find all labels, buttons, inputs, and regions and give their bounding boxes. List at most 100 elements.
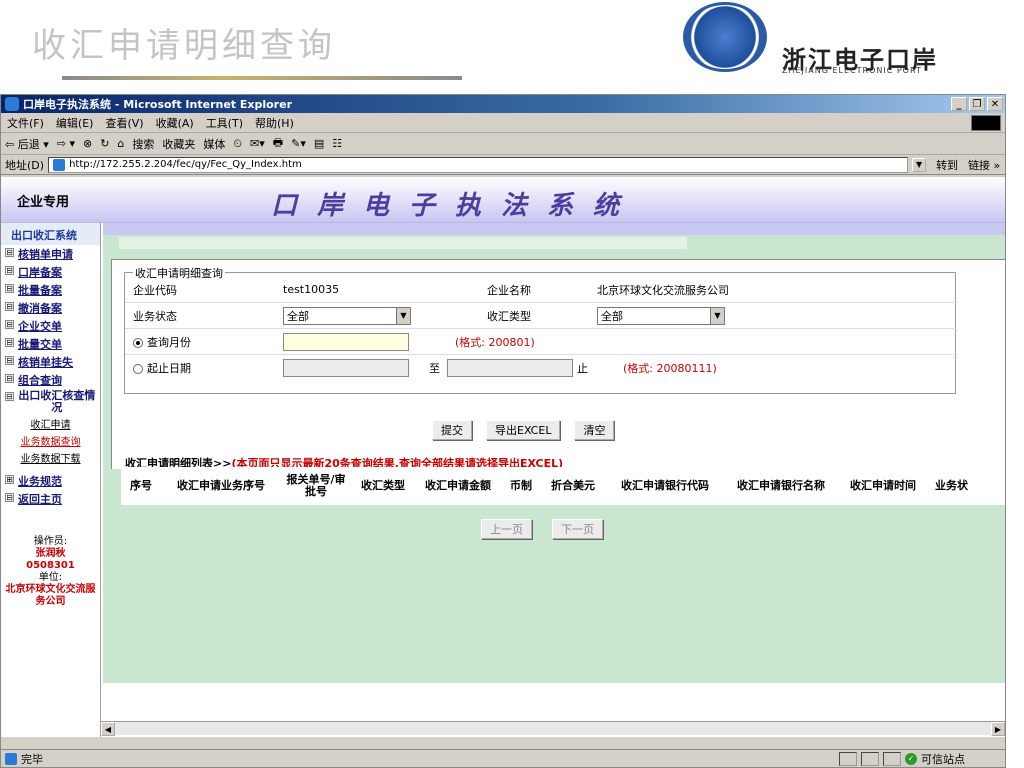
- expand-icon[interactable]: ⊞: [5, 475, 14, 484]
- sidebar-sub-data-query[interactable]: 业务数据查询: [1, 432, 100, 449]
- end-date-input[interactable]: [447, 359, 573, 377]
- address-bar: 地址(D) http://172.255.2.204/fec/qy/Fec_Qy…: [1, 155, 1005, 175]
- sidebar-item-label: 返回主页: [18, 493, 62, 506]
- collapse-icon[interactable]: ⊟: [5, 266, 14, 275]
- start-date-input[interactable]: [283, 359, 409, 377]
- maximize-icon[interactable]: ❐: [969, 97, 985, 111]
- collapse-icon[interactable]: ⊟: [5, 493, 14, 502]
- range-radio[interactable]: [133, 364, 143, 374]
- sidebar-item-port-record[interactable]: ⊟ 口岸备案: [1, 263, 100, 281]
- chevron-down-icon[interactable]: ▼: [396, 307, 410, 324]
- go-button[interactable]: 转到: [936, 157, 958, 173]
- sidebar-item-enterprise-submit[interactable]: ⊟ 企业交单: [1, 317, 100, 335]
- ie-icon: [5, 97, 19, 111]
- messenger-icon[interactable]: ☷: [332, 137, 342, 150]
- col-bank-name: 收汇申请银行名称: [737, 479, 825, 492]
- collapse-icon[interactable]: ⊟: [5, 338, 14, 347]
- favorites-button[interactable]: 收藏夹: [162, 136, 195, 152]
- company-code-label: 企业代码: [133, 283, 177, 297]
- menu-view[interactable]: 查看(V): [105, 115, 143, 131]
- collapse-icon[interactable]: ⊟: [5, 302, 14, 311]
- home-icon[interactable]: ⌂: [117, 137, 124, 150]
- submit-button[interactable]: 提交: [432, 420, 472, 440]
- sidebar-item-verification-apply[interactable]: ⊟ 核销单申请: [1, 245, 100, 263]
- col-seq: 序号: [130, 479, 152, 492]
- company-code-value: test10035: [283, 283, 340, 296]
- export-excel-button[interactable]: 导出EXCEL: [486, 420, 561, 440]
- operator-id: 0508301: [26, 560, 75, 571]
- sidebar-item-label: 组合查询: [18, 374, 62, 387]
- address-input[interactable]: http://172.255.2.204/fec/qy/Fec_Qy_Index…: [48, 156, 909, 173]
- history-icon[interactable]: ⏲: [233, 137, 242, 151]
- scroll-left-icon[interactable]: ◀: [101, 722, 115, 736]
- security-zone: ✓ 可信站点: [839, 751, 965, 767]
- menu-tools[interactable]: 工具(T): [206, 115, 243, 131]
- sidebar-group-label: 出口收汇核查情况: [18, 389, 96, 414]
- month-radio[interactable]: [133, 337, 143, 348]
- sidebar-item-label: 核销单申请: [18, 248, 73, 261]
- company-name-label: 企业名称: [487, 283, 531, 297]
- sidebar-item-batch-record[interactable]: ⊟ 批量备案: [1, 281, 100, 299]
- sidebar-group-fx-check[interactable]: ⊟ 出口收汇核查情况: [1, 389, 100, 415]
- sidebar-item-business-rules[interactable]: ⊞ 业务规范: [1, 472, 100, 490]
- page-icon: [53, 158, 66, 171]
- collapse-icon[interactable]: ⊟: [5, 356, 14, 365]
- menu-help[interactable]: 帮助(H): [255, 115, 294, 131]
- menu-edit[interactable]: 编辑(E): [56, 115, 94, 131]
- sidebar-sub-data-download[interactable]: 业务数据下载: [1, 449, 100, 466]
- menu-favorites[interactable]: 收藏(A): [156, 115, 194, 131]
- mail-icon[interactable]: ✉▾: [250, 137, 265, 150]
- address-url: http://172.255.2.204/fec/qy/Fec_Qy_Index…: [69, 159, 302, 170]
- forward-button[interactable]: ⇨ ▾: [57, 137, 75, 150]
- refresh-icon[interactable]: ↻: [100, 137, 109, 150]
- media-button[interactable]: 媒体: [203, 136, 225, 152]
- menu-file[interactable]: 文件(F): [7, 115, 44, 131]
- window-titlebar[interactable]: 口岸电子执法系统 - Microsoft Internet Explorer _…: [1, 95, 1005, 113]
- print-icon[interactable]: 🖶: [273, 134, 283, 153]
- fx-type-select[interactable]: 全部 ▼: [597, 306, 725, 325]
- status-bar: 完毕 ✓ 可信站点: [1, 749, 1005, 767]
- chevron-down-icon[interactable]: ▼: [710, 307, 724, 324]
- address-dropdown-icon[interactable]: ▼: [912, 157, 927, 172]
- next-page-button[interactable]: 下一页: [552, 519, 603, 539]
- collapse-icon[interactable]: ⊟: [5, 392, 14, 401]
- stop-icon[interactable]: ⊗: [83, 137, 92, 150]
- sidebar-item-cancel-record[interactable]: ⊟ 撤消备案: [1, 299, 100, 317]
- month-input[interactable]: [283, 332, 409, 351]
- col-declaration-no: 报关单号/审批号: [286, 473, 346, 498]
- edit-icon[interactable]: ✎▾: [291, 137, 306, 150]
- prev-page-button[interactable]: 上一页: [481, 519, 532, 539]
- col-biz-status: 业务状: [935, 479, 968, 492]
- col-fx-type: 收汇类型: [361, 479, 405, 492]
- status-text: 完毕: [21, 752, 43, 766]
- range-format-hint: (格式: 20080111): [623, 362, 717, 375]
- slide-header: 收汇申请明细查询 浙江电子口岸 ZHEJIANG ELECTRONIC PORT: [0, 0, 1024, 92]
- discuss-icon[interactable]: ▤: [314, 137, 324, 150]
- sidebar-sub-fx-apply[interactable]: 收汇申请: [1, 415, 100, 432]
- customs-seal-logo: [683, 2, 767, 72]
- sidebar-item-home[interactable]: ⊟ 返回主页: [1, 490, 100, 508]
- horizontal-scrollbar[interactable]: ◀ ▶: [101, 721, 1005, 736]
- close-icon[interactable]: ✕: [987, 97, 1003, 111]
- search-button[interactable]: 搜索: [132, 136, 154, 152]
- action-buttons: 提交 导出EXCEL 清空: [432, 420, 615, 440]
- row-range: 起止日期 至 止 (格式: 20080111): [125, 355, 957, 381]
- company-name-value: 北京环球文化交流服务公司: [597, 283, 729, 297]
- green-strip: [119, 237, 687, 249]
- collapse-icon[interactable]: ⊟: [5, 248, 14, 257]
- menubar: 文件(F) 编辑(E) 查看(V) 收藏(A) 工具(T) 帮助(H): [1, 113, 1005, 133]
- biz-status-select[interactable]: 全部 ▼: [283, 306, 411, 325]
- clear-button[interactable]: 清空: [574, 420, 615, 440]
- scroll-right-icon[interactable]: ▶: [991, 722, 1005, 736]
- collapse-icon[interactable]: ⊟: [5, 320, 14, 329]
- operator-name: 张润秋: [35, 548, 66, 559]
- collapse-icon[interactable]: ⊟: [5, 374, 14, 383]
- collapse-icon[interactable]: ⊟: [5, 284, 14, 293]
- sidebar-item-combined-query[interactable]: ⊟ 组合查询: [1, 371, 100, 389]
- sidebar-item-label: 批量交单: [18, 338, 62, 351]
- sidebar-item-batch-submit[interactable]: ⊟ 批量交单: [1, 335, 100, 353]
- minimize-icon[interactable]: _: [951, 97, 967, 111]
- links-button[interactable]: 链接 »: [968, 157, 1000, 173]
- back-button[interactable]: ⇦ 后退 ▾: [5, 136, 49, 152]
- sidebar-item-report-loss[interactable]: ⊟ 核销单挂失: [1, 353, 100, 371]
